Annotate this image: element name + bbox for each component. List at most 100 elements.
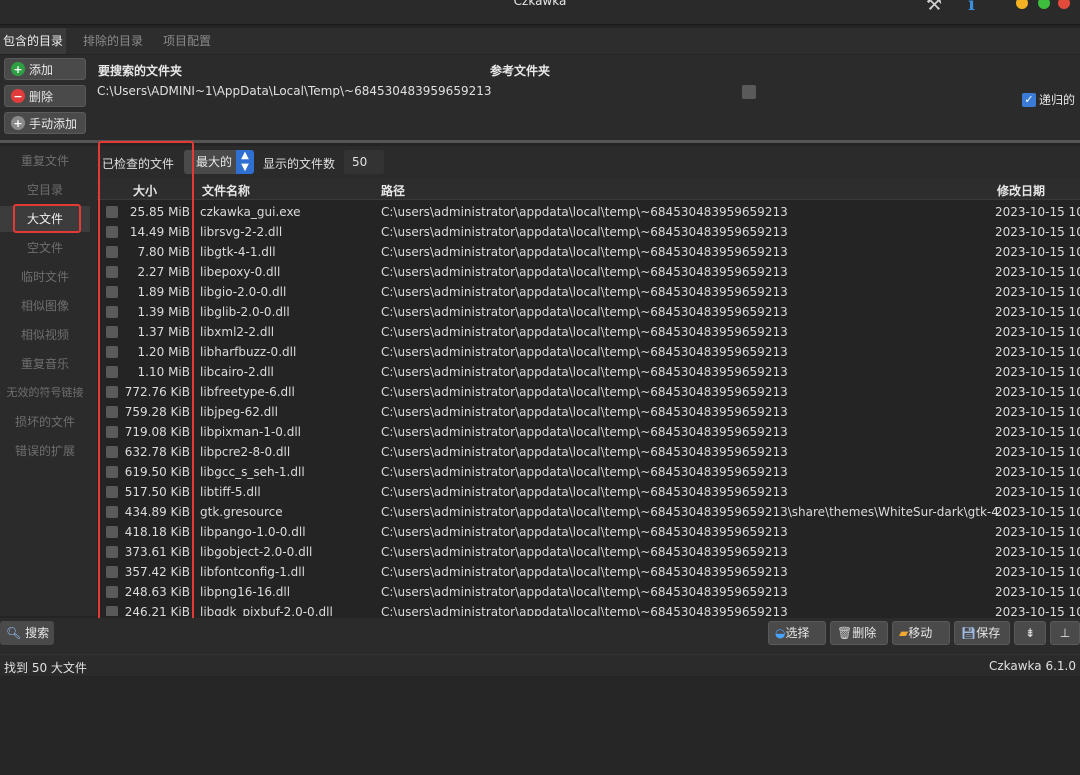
tools-icon[interactable]: ⚒ [926,0,942,15]
remove-folder-label: 删除 [29,89,54,104]
chevron-updown-icon[interactable]: ▲ ▼ [236,150,254,174]
file-name: libtiff-5.dll [200,485,261,499]
search-icon: 🔍︎ [6,626,22,640]
file-path: C:\users\administrator\appdata\local\tem… [381,325,788,339]
shown-count-input[interactable]: 50 [344,150,384,174]
checkbox-checked-icon[interactable]: ✓ [1022,92,1036,107]
table-row[interactable]: 373.61 KiB libgobject-2.0-0.dll C:\users\a… [97,542,1080,562]
table-row[interactable]: 619.50 KiB libgcc_s_seh-1.dll C:\users\adm… [97,462,1080,482]
sort-button[interactable]: ⇟ [1014,621,1046,645]
file-path: C:\users\administrator\appdata\local\tem… [381,465,788,479]
file-path: C:\users\administrator\appdata\local\tem… [381,545,788,559]
table-row[interactable]: 434.89 KiB gtk.gresource C:\users\administ… [97,502,1080,522]
save-button[interactable]: 💾︎保存 [954,621,1010,645]
reference-folder-checkbox[interactable] [742,85,756,99]
file-name: libfreetype-6.dll [200,385,295,399]
file-path: C:\users\administrator\appdata\local\tem… [381,445,788,459]
file-name: czkawka_gui.exe [200,205,301,219]
folder-icon: ▰ [899,626,909,640]
sidebar-item-similar-videos[interactable]: 相似视频 [0,322,90,348]
modified-date: 2023-10-15 10 [995,345,1080,359]
modified-date: 2023-10-15 10 [995,525,1080,539]
modified-date: 2023-10-15 10 [995,405,1080,419]
table-row[interactable]: 248.63 KiB libpng16-16.dll C:\users\admini… [97,582,1080,602]
table-row[interactable]: 632.78 KiB libpcre2-8-0.dll C:\users\admin… [97,442,1080,462]
move-button[interactable]: ▰移动 [892,621,950,645]
modified-date: 2023-10-15 10 [995,385,1080,399]
select-button-label: 选择 [785,626,810,640]
table-row[interactable]: 1.89 MiB libgio-2.0-0.dll C:\users\adminis… [97,282,1080,302]
file-name: librsvg-2-2.dll [200,225,283,239]
add-folder-button[interactable]: + 添加 [4,58,86,80]
modified-date: 2023-10-15 10 [995,565,1080,579]
modified-date: 2023-10-15 10 [995,465,1080,479]
sidebar-item-broken-files[interactable]: 损坏的文件 [0,409,90,435]
table-row[interactable]: 357.42 KiB libfontconfig-1.dll C:\users\ad… [97,562,1080,582]
ref-folder-header: 参考文件夹 [490,64,551,78]
sidebar-item-temp-files[interactable]: 临时文件 [0,264,90,290]
table-row[interactable]: 1.37 MiB libxml2-2.dll C:\users\administra… [97,322,1080,342]
table-row[interactable]: 2.27 MiB libepoxy-0.dll C:\users\administr… [97,262,1080,282]
tab-project-config[interactable]: 项目配置 [160,28,214,54]
table-row[interactable]: 14.49 MiB librsvg-2-2.dll C:\users\adminis… [97,222,1080,242]
app-version: Czkawka 6.1.0 [988,659,1076,673]
column-header-date[interactable]: 修改日期 [997,182,1045,199]
table-row[interactable]: 772.76 KiB libfreetype-6.dll C:\users\admi… [97,382,1080,402]
search-button[interactable]: 🔍︎ 搜索 [0,621,54,645]
table-row[interactable]: 517.50 KiB libtiff-5.dll C:\users\administ… [97,482,1080,502]
hide-panel-button[interactable]: ⊥ [1050,621,1080,645]
tab-included-dirs[interactable]: 包含的目录 [0,28,67,54]
sidebar-item-similar-images[interactable]: 相似图像 [0,293,90,319]
save-icon: 💾︎ [961,626,977,640]
sidebar-item-bad-extensions[interactable]: 错误的扩展 [0,438,90,464]
table-row[interactable]: 719.08 KiB libpixman-1-0.dll C:\users\admi… [97,422,1080,442]
modified-date: 2023-10-15 10 [995,245,1080,259]
move-button-label: 移动 [908,626,933,640]
table-row[interactable]: 1.20 MiB libharfbuzz-0.dll C:\users\admini… [97,342,1080,362]
column-header-name[interactable]: 文件名称 [202,182,250,199]
recursive-label: 递归的 [1039,93,1076,107]
info-icon[interactable]: ℹ [968,0,975,15]
file-name: libgdk_pixbuf-2.0-0.dll [200,605,333,616]
sidebar-item-empty-files[interactable]: 空文件 [0,235,90,261]
sidebar-item-duplicates[interactable]: 重复文件 [0,148,90,174]
modified-date: 2023-10-15 10 [995,485,1080,499]
sidebar-item-invalid-symlinks[interactable]: 无效的符号链接 [0,380,90,406]
column-header-path[interactable]: 路径 [381,182,405,199]
file-path: C:\users\administrator\appdata\local\tem… [381,285,788,299]
folder-path[interactable]: C:\Users\ADMINI~1\AppData\Local\Temp\~68… [97,84,492,98]
file-name: libepoxy-0.dll [200,265,281,279]
table-row[interactable]: 1.39 MiB libglib-2.0-0.dll C:\users\admini… [97,302,1080,322]
file-path: C:\users\administrator\appdata\local\tem… [381,385,788,399]
table-row[interactable]: 7.80 MiB libgtk-4-1.dll C:\users\administr… [97,242,1080,262]
sidebar-item-duplicate-music[interactable]: 重复音乐 [0,351,90,377]
table-row[interactable]: 418.18 KiB libpango-1.0-0.dll C:\users\adm… [97,522,1080,542]
table-row[interactable]: 759.28 KiB libjpeg-62.dll C:\users\adminis… [97,402,1080,422]
delete-button[interactable]: 🗑︎删除 [830,621,888,645]
file-path: C:\users\administrator\appdata\local\tem… [381,225,788,239]
tab-excluded-dirs[interactable]: 排除的目录 [80,28,146,54]
plus-icon: + [11,116,25,130]
manual-add-label: 手动添加 [29,116,78,131]
minus-icon: − [11,89,25,103]
file-name: libpixman-1-0.dll [200,425,302,439]
table-row[interactable]: 246.21 KiB libgdk_pixbuf-2.0-0.dll C:\user… [97,602,1080,616]
modified-date: 2023-10-15 10 [995,585,1080,599]
modified-date: 2023-10-15 10 [995,305,1080,319]
table-row[interactable]: 1.10 MiB libcairo-2.dll C:\users\administr… [97,362,1080,382]
table-row[interactable]: 25.85 MiB czkawka_gui.exe C:\users\adminis… [97,202,1080,222]
sidebar-item-empty-dirs[interactable]: 空目录 [0,177,90,203]
recursive-toggle[interactable]: ✓ 递归的 [1022,91,1075,108]
status-message: 找到 50 大文件 [4,661,87,675]
modified-date: 2023-10-15 10 [995,505,1080,519]
select-button[interactable]: ◒选择 [768,621,826,645]
remove-folder-button[interactable]: − 删除 [4,85,86,107]
modified-date: 2023-10-15 10 [995,545,1080,559]
plus-icon: + [11,62,25,76]
highlight-box-checked-files [98,141,194,629]
file-name: libgtk-4-1.dll [200,245,276,259]
file-name: libharfbuzz-0.dll [200,345,297,359]
manual-add-button[interactable]: + 手动添加 [4,112,86,134]
title-bar: Czkawka ⚒ ℹ [0,0,1080,25]
mode-select[interactable]: 最大的 ▲ ▼ [184,150,254,174]
